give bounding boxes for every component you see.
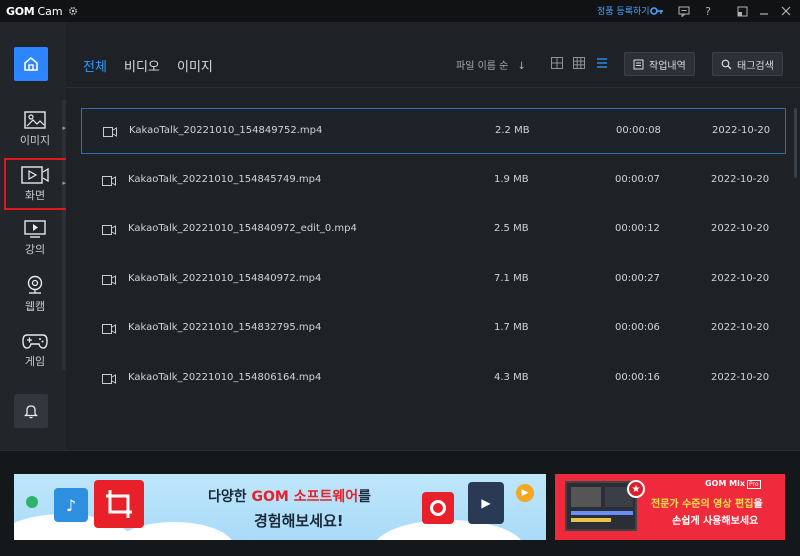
file-date: 2022-10-20 (712, 125, 771, 136)
logo-cam: Cam (37, 4, 63, 18)
gom-software-ad[interactable]: ♪ ▶ ▶ 다양한 GOM 소프트웨어를 경험해보세요! (14, 474, 546, 540)
gear-icon[interactable] (68, 6, 78, 16)
gom-mix-pro-ad[interactable]: ★ GOM Mix Pro 전문가 수준의 영상 편집을 손쉽게 사용해보세요 (555, 474, 785, 540)
notification-button[interactable] (14, 394, 48, 428)
file-size: 2.5 MB (494, 223, 529, 235)
video-file-icon (103, 127, 117, 137)
video-app-icon: ▶ (468, 482, 504, 524)
close-icon[interactable] (778, 3, 794, 19)
file-name: KakaoTalk_20221010_154840972_edit_0.mp4 (128, 223, 357, 235)
home-button[interactable] (14, 47, 48, 81)
history-label: 작업내역 (649, 60, 686, 72)
tag-search-button[interactable]: 태그검색 (712, 52, 783, 76)
video-file-icon (102, 225, 116, 236)
table-row[interactable]: KakaoTalk_20221010_154832795.mp4 1.7 MB 00… (81, 306, 786, 352)
history-button[interactable]: 작업내역 (624, 52, 695, 76)
gom-mix-brand: GOM Mix Pro (705, 479, 761, 489)
video-file-icon (102, 274, 116, 285)
list-view-icon[interactable] (596, 57, 608, 69)
file-size: 4.3 MB (494, 372, 529, 383)
file-name: KakaoTalk_20221010_154849752.mp4 (129, 125, 323, 136)
sidebar-item-label: 웹캠 (24, 299, 46, 313)
ad-left-line1: 다양한 GOM 소프트웨어를 (208, 489, 372, 505)
table-row[interactable]: KakaoTalk_20221010_154849752.mp4 2.2 MB 00… (81, 108, 786, 154)
ad-banner-area: ♪ ▶ ▶ 다양한 GOM 소프트웨어를 경험해보세요! ★ GOM Mix Pr… (0, 450, 800, 556)
sidebar-item-label: 이미지 (19, 133, 51, 147)
music-app-icon: ♪ (54, 488, 88, 522)
file-date: 2022-10-20 (711, 173, 770, 185)
play-circle-icon: ▶ (516, 484, 534, 502)
sidebar: 이미지 ▸ 화면 ▸ 강의 웹캠 게임 (0, 22, 68, 450)
file-duration: 00:00:07 (615, 173, 660, 185)
tab-video[interactable]: 비디오 (124, 56, 160, 75)
sort-label: 파일 이름 순 (456, 61, 509, 72)
table-row[interactable]: KakaoTalk_20221010_154840972_edit_0.mp4 2… (81, 207, 786, 253)
sidebar-item-label: 강의 (24, 242, 46, 256)
table-row[interactable]: KakaoTalk_20221010_154806164.mp4 4.3 MB 00… (81, 356, 786, 402)
file-duration: 00:00:16 (615, 372, 660, 383)
sidebar-item-label: 게임 (24, 354, 46, 368)
table-row[interactable]: KakaoTalk_20221010_154845749.mp4 1.9 MB 00… (81, 158, 786, 204)
file-name: KakaoTalk_20221010_154840972.mp4 (128, 272, 322, 284)
title-bar: GOM Cam 정품 등록하기 ? (0, 0, 800, 22)
toolbar: 전체 비디오 이미지 파일 이름 순 ↓ 작업내역 태그검색 (66, 22, 800, 88)
file-size: 2.2 MB (495, 125, 530, 136)
ad-right-line2: 손쉽게 사용해보세요 (672, 516, 759, 527)
video-file-icon (102, 374, 116, 384)
sidebar-item-lecture[interactable]: 강의 (4, 213, 66, 263)
video-file-icon (102, 175, 116, 186)
file-size: 7.1 MB (494, 272, 529, 284)
file-date: 2022-10-20 (711, 372, 770, 383)
file-name: KakaoTalk_20221010_154832795.mp4 (128, 322, 322, 334)
image-icon (24, 110, 46, 129)
file-duration: 00:00:06 (615, 322, 660, 334)
small-grid-icon[interactable] (573, 57, 585, 69)
key-icon[interactable] (650, 5, 664, 17)
webcam-icon (27, 275, 43, 294)
main-panel: 전체 비디오 이미지 파일 이름 순 ↓ 작업내역 태그검색 KakaoTalk… (66, 22, 800, 450)
minimize-icon[interactable] (756, 3, 772, 19)
record-app-icon (422, 492, 454, 524)
logo-gom: GOM (6, 4, 35, 18)
file-name: KakaoTalk_20221010_154845749.mp4 (128, 173, 322, 185)
play-dot-icon (26, 496, 38, 508)
file-name: KakaoTalk_20221010_154806164.mp4 (128, 372, 322, 383)
sort-arrow-icon: ↓ (517, 61, 526, 72)
tab-all[interactable]: 전체 (83, 56, 107, 75)
list-scrollbar[interactable] (794, 108, 797, 178)
large-grid-icon[interactable] (551, 57, 563, 69)
gamepad-icon (22, 333, 48, 349)
mini-mode-icon[interactable] (734, 3, 750, 19)
lecture-icon (24, 219, 46, 238)
file-date: 2022-10-20 (711, 223, 770, 235)
register-link[interactable]: 정품 등록하기 (597, 4, 650, 17)
search-icon (721, 59, 732, 69)
message-icon[interactable] (676, 3, 692, 19)
file-size: 1.9 MB (494, 173, 529, 185)
ad-left-line2: 경험해보세요! (254, 512, 344, 530)
file-duration: 00:00:08 (616, 125, 661, 136)
sidebar-item-game[interactable]: 게임 (4, 325, 66, 375)
table-row[interactable]: KakaoTalk_20221010_154840972.mp4 7.1 MB 00… (81, 257, 786, 303)
home-icon (24, 56, 38, 71)
tag-search-label: 태그검색 (737, 60, 774, 72)
file-date: 2022-10-20 (711, 272, 770, 284)
file-duration: 00:00:27 (615, 272, 660, 284)
star-badge-icon: ★ (627, 480, 645, 498)
crop-app-icon (94, 480, 144, 528)
file-date: 2022-10-20 (711, 322, 770, 334)
sidebar-item-webcam[interactable]: 웹캠 (4, 269, 66, 319)
file-duration: 00:00:12 (615, 223, 660, 235)
bell-icon (23, 405, 39, 419)
sort-dropdown[interactable]: 파일 이름 순 ↓ (456, 57, 526, 72)
selection-highlight (4, 158, 68, 210)
help-icon[interactable]: ? (700, 3, 716, 19)
ad-right-line1: 전문가 수준의 영상 편집을 (651, 499, 763, 510)
video-file-icon (102, 324, 116, 335)
history-icon (633, 59, 644, 69)
sidebar-item-image[interactable]: 이미지 ▸ (4, 104, 66, 154)
tab-image[interactable]: 이미지 (177, 56, 213, 75)
app-logo: GOM Cam (6, 3, 78, 19)
file-size: 1.7 MB (494, 322, 529, 334)
